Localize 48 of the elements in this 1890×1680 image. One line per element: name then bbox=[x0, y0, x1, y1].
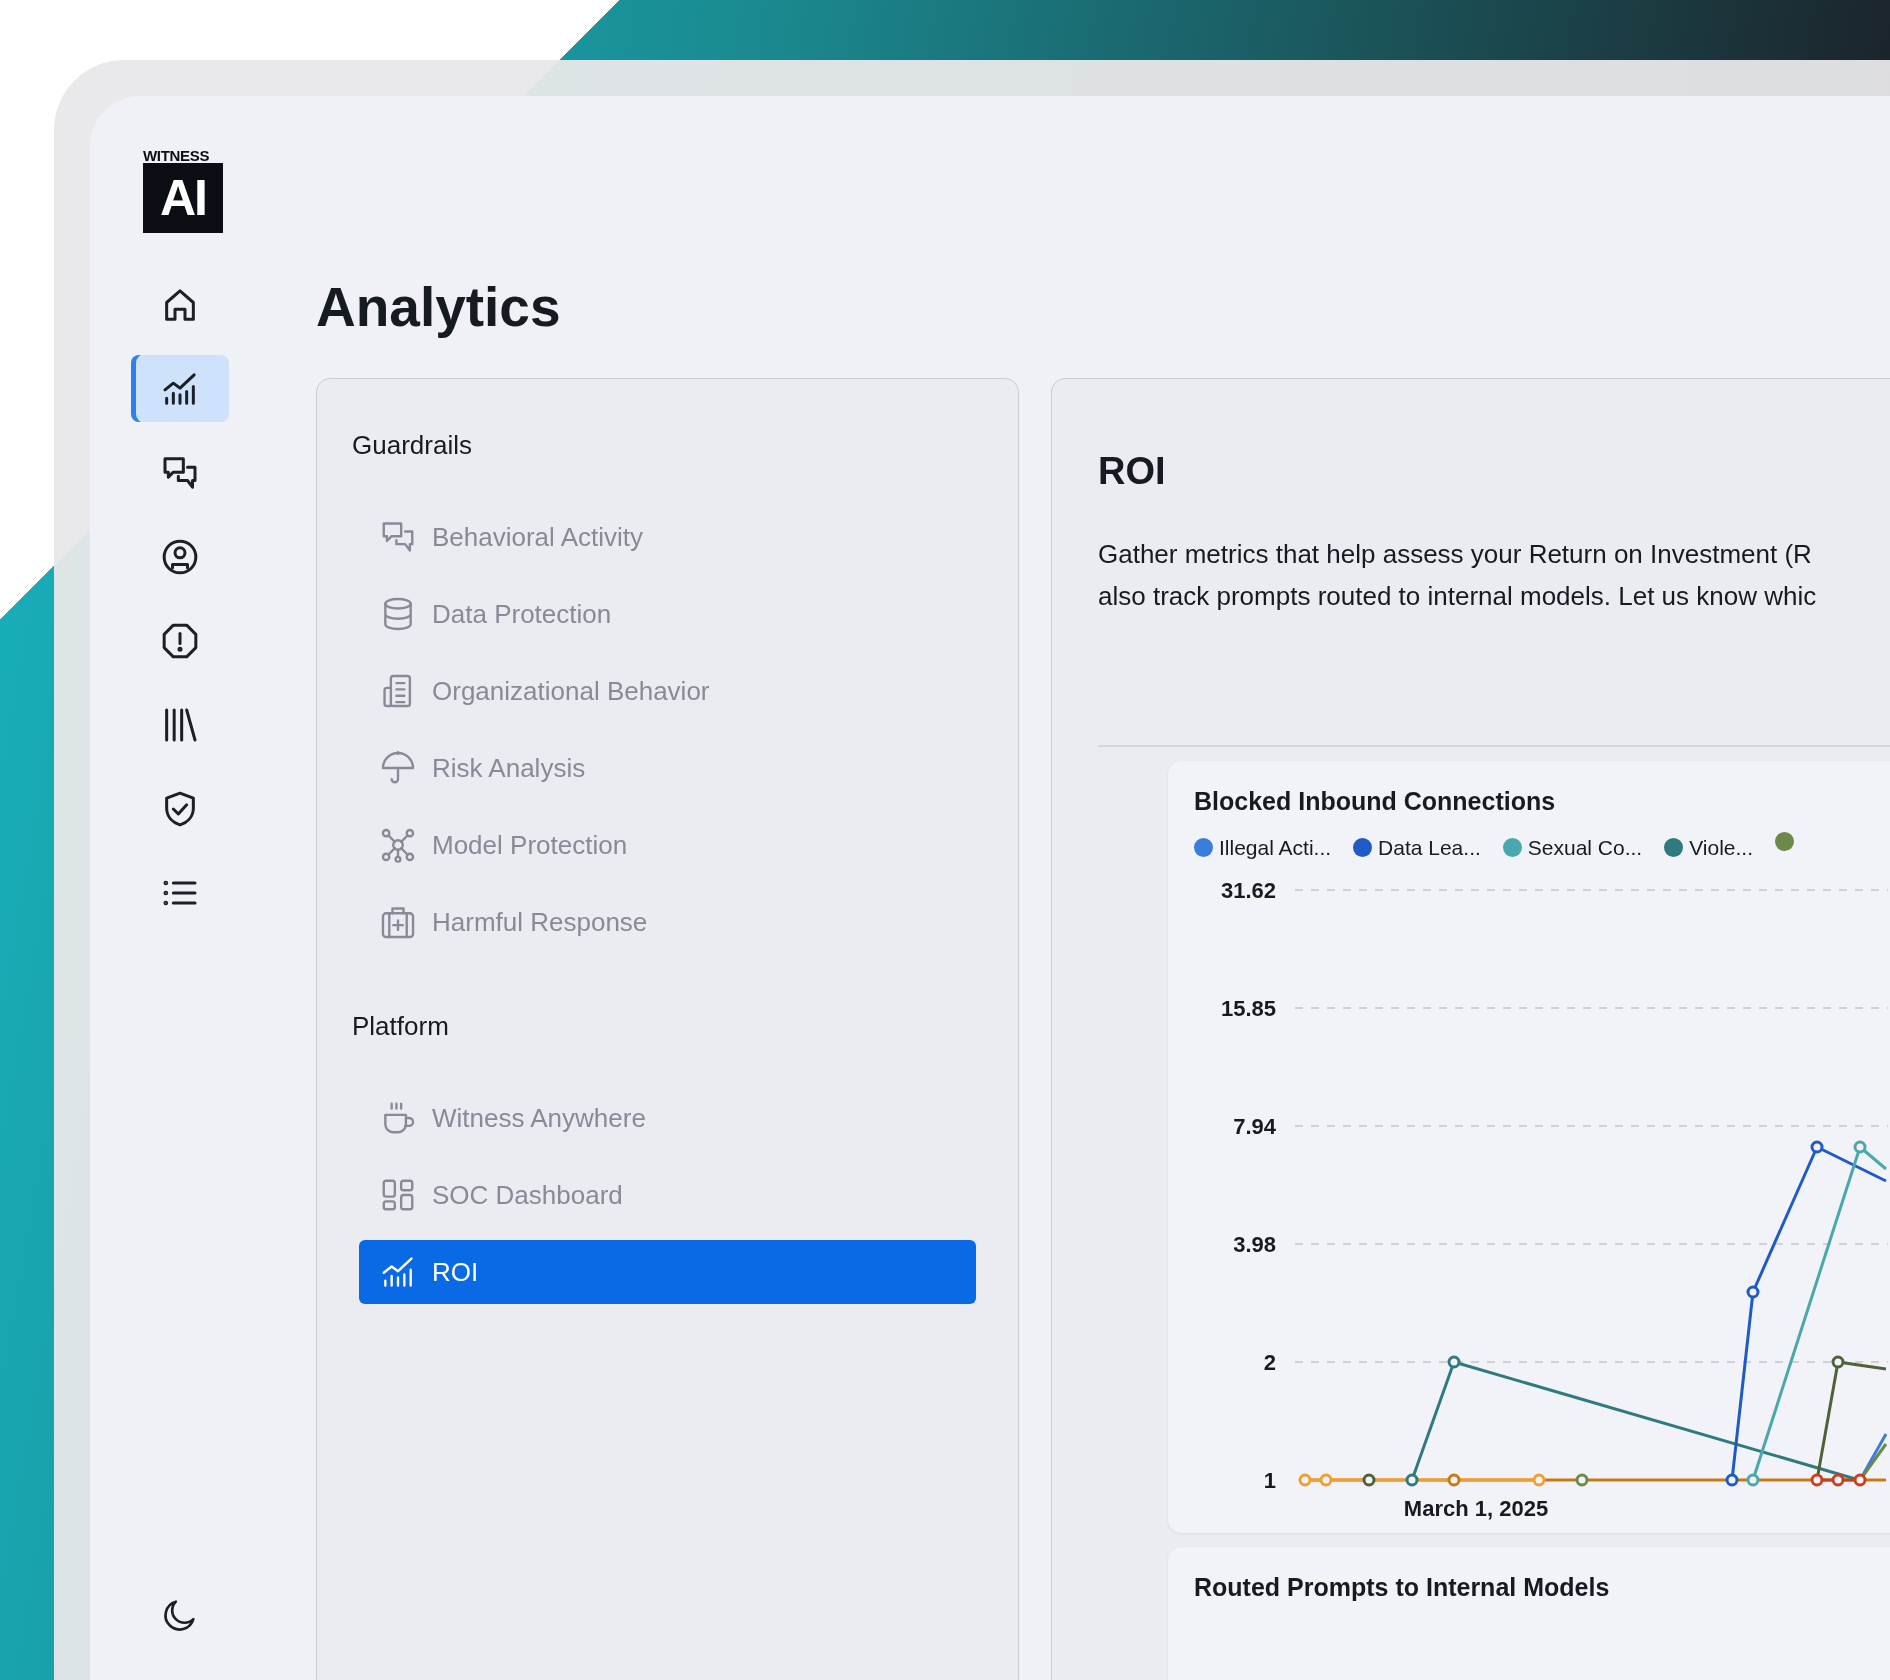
network-icon bbox=[379, 826, 417, 864]
data-point bbox=[1746, 1473, 1760, 1487]
data-point bbox=[1746, 1285, 1760, 1299]
legend-label: Viole... bbox=[1689, 835, 1754, 862]
data-point bbox=[1447, 1473, 1461, 1487]
legend-label: Data Lea... bbox=[1378, 835, 1481, 862]
data-point bbox=[1725, 1473, 1739, 1487]
card-title: Routed Prompts to Internal Models bbox=[1194, 1571, 1611, 1603]
section-title: ROI bbox=[1098, 449, 1167, 494]
nav-menu-item[interactable]: Organizational Behavior bbox=[359, 659, 976, 723]
nav-menu-item[interactable]: Risk Analysis bbox=[359, 736, 976, 800]
nav-menu-item[interactable]: Witness Anywhere bbox=[359, 1086, 976, 1150]
legend-label: Illegal Acti... bbox=[1219, 835, 1332, 862]
description-text: Gather metrics that help assess your Return on Investment (R also track prompts routed to internal models. Let us know whic bbox=[1098, 532, 1890, 747]
data-point bbox=[1447, 1355, 1461, 1369]
nav-menu-item[interactable]: Model Protection bbox=[359, 813, 976, 877]
logo-wordmark: WITNESS bbox=[143, 148, 210, 163]
nav-menu-item[interactable]: Behavioral Activity bbox=[359, 505, 976, 569]
nav-menu-item[interactable]: Data Protection bbox=[359, 582, 976, 646]
data-point bbox=[1319, 1473, 1333, 1487]
sidebar-nav-button[interactable] bbox=[131, 355, 229, 422]
axis-tick-label: 31.62 bbox=[1220, 877, 1276, 903]
axis-tick-label: 3.98 bbox=[1233, 1231, 1276, 1257]
data-point bbox=[1831, 1473, 1845, 1487]
data-point bbox=[1575, 1473, 1589, 1487]
axis-tick-label: 7.94 bbox=[1233, 1113, 1276, 1139]
data-point bbox=[1831, 1355, 1845, 1369]
section-heading: Platform bbox=[352, 1010, 450, 1043]
nav-menu-item[interactable]: Harmful Response bbox=[359, 890, 976, 954]
axis-date-label: March 1, 2025 bbox=[1403, 1495, 1549, 1521]
data-point bbox=[1810, 1140, 1824, 1154]
legend-label: Sexual Co... bbox=[1527, 835, 1643, 862]
nav-menu-item[interactable]: SOC Dashboard bbox=[359, 1163, 976, 1227]
card-title: Blocked Inbound Connections bbox=[1194, 785, 1557, 817]
axis-tick-label: 15.85 bbox=[1220, 995, 1276, 1021]
section-heading: Guardrails bbox=[352, 429, 473, 462]
data-point bbox=[1298, 1473, 1312, 1487]
data-point bbox=[1810, 1473, 1824, 1487]
axis-tick-label: 1 bbox=[1263, 1467, 1276, 1493]
logo-mark: AI bbox=[143, 163, 223, 233]
data-point bbox=[1532, 1473, 1546, 1487]
data-point bbox=[1853, 1140, 1867, 1154]
data-point bbox=[1405, 1473, 1419, 1487]
data-point bbox=[1362, 1473, 1376, 1487]
axis-tick-label: 2 bbox=[1263, 1349, 1276, 1375]
page-title: Analytics bbox=[316, 276, 562, 338]
nav-menu-item[interactable]: ROI bbox=[359, 1240, 976, 1304]
data-point bbox=[1853, 1473, 1867, 1487]
